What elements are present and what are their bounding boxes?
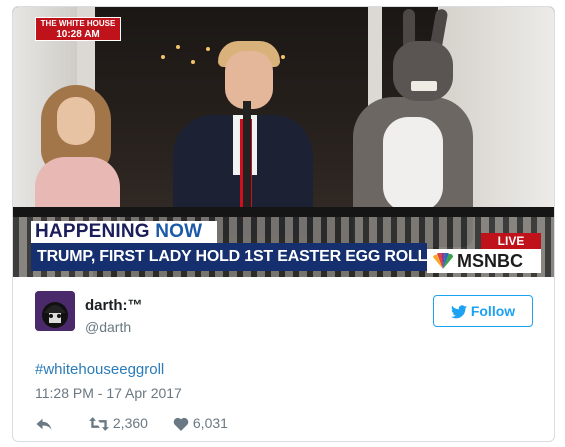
reply-icon: [36, 419, 52, 431]
live-badge: LIVE: [481, 233, 541, 249]
twitter-bird-icon: [450, 305, 467, 319]
like-count: 6,031: [192, 415, 228, 431]
balcony-top-rail: [13, 207, 554, 217]
happening-label: HAPPENING: [35, 221, 150, 242]
time-box-time: 10:28 AM: [56, 29, 100, 40]
like-button[interactable]: 6,031: [173, 413, 228, 433]
now-label: NOW: [155, 221, 203, 242]
retweet-count: 2,360: [112, 415, 148, 431]
retweet-button[interactable]: 2,360: [89, 413, 148, 433]
display-name[interactable]: darth:™: [85, 297, 143, 314]
tweet-timestamp[interactable]: 11:28 PM - 17 Apr 2017: [35, 385, 182, 401]
retweet-icon: [89, 417, 109, 432]
avatar[interactable]: [35, 291, 75, 331]
hashtag-link[interactable]: #whitehouseeggroll: [35, 361, 164, 378]
bunny-costume-head: [393, 41, 453, 101]
follow-button[interactable]: Follow: [433, 295, 533, 327]
time-box: THE WHITE HOUSE 10:28 AM: [35, 17, 121, 41]
tweet-card: THE WHITE HOUSE 10:28 AM HAPPENING NOW T…: [12, 6, 555, 442]
bunny-costume-belly: [383, 117, 443, 212]
happening-now-banner: HAPPENING NOW: [31, 221, 217, 243]
darth-avatar-icon: [35, 291, 75, 331]
follow-label: Follow: [470, 303, 516, 319]
reply-button[interactable]: [35, 413, 53, 433]
tweet-actions: 2,360 6,031: [35, 413, 335, 433]
user-handle[interactable]: @darth: [85, 319, 131, 335]
tweet-media-image[interactable]: THE WHITE HOUSE 10:28 AM HAPPENING NOW T…: [13, 7, 554, 277]
peacock-icon: [433, 253, 454, 269]
news-headline: TRUMP, FIRST LADY HOLD 1ST EASTER EGG RO…: [31, 243, 427, 271]
tweet-body: darth:™ @darth Follow #whitehouseeggroll…: [13, 277, 554, 441]
woman-face: [57, 97, 95, 145]
time-box-location: THE WHITE HOUSE: [40, 19, 116, 28]
heart-icon: [173, 418, 189, 432]
bunny-costume-teeth: [411, 81, 437, 91]
